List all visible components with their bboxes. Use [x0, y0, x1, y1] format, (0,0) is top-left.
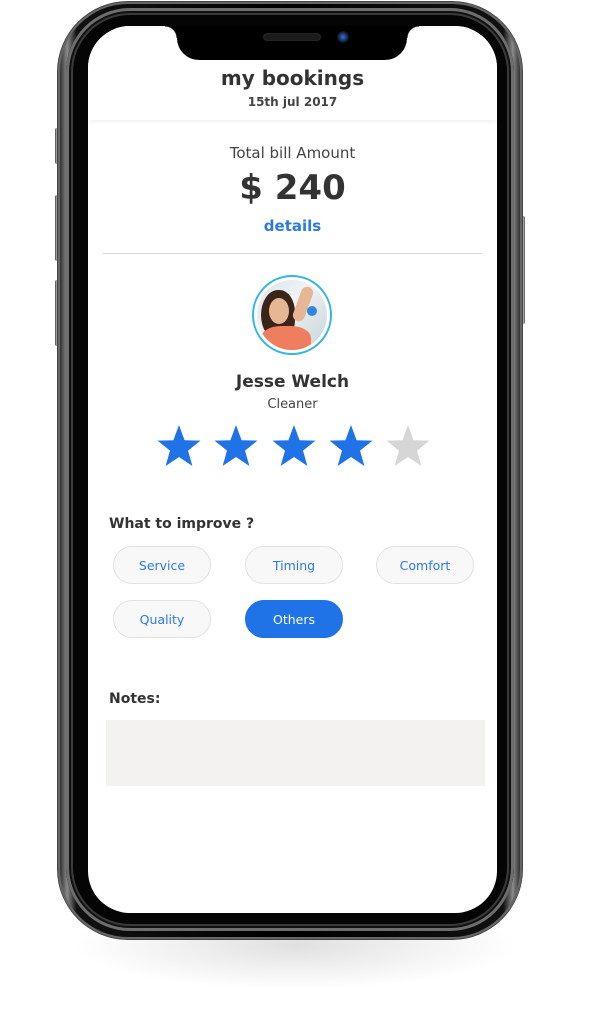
star-filled-icon[interactable] — [328, 423, 374, 467]
speaker-grille — [263, 33, 321, 41]
details-link[interactable]: details — [88, 217, 497, 235]
chip-timing[interactable]: Timing — [245, 546, 343, 584]
phone-screen: my bookings 15th jul 2017 Total bill Amo… — [88, 26, 497, 913]
bill-label: Total bill Amount — [229, 144, 356, 162]
bill-amount: $ 240 — [239, 168, 346, 208]
chip-others[interactable]: Others — [245, 600, 343, 638]
chip-quality[interactable]: Quality — [113, 600, 211, 638]
front-camera-icon — [337, 31, 349, 43]
divider — [103, 253, 482, 254]
provider-role: Cleaner — [267, 397, 318, 412]
star-filled-icon[interactable] — [156, 423, 202, 467]
phone-notch — [165, 26, 419, 60]
person-photo-icon — [257, 280, 327, 350]
chip-service[interactable]: Service — [113, 546, 211, 584]
star-rating[interactable] — [156, 423, 431, 469]
star-filled-icon[interactable] — [213, 423, 259, 467]
notes-input[interactable] — [106, 720, 485, 786]
star-filled-icon[interactable] — [271, 423, 317, 467]
booking-date: 15th jul 2017 — [247, 95, 338, 109]
improve-heading: What to improve ? — [109, 516, 255, 532]
notes-label: Notes: — [109, 691, 161, 707]
chip-comfort[interactable]: Comfort — [376, 546, 474, 584]
provider-name: Jesse Welch — [235, 372, 350, 392]
page-title: my bookings — [220, 66, 365, 90]
avatar — [252, 275, 332, 355]
star-empty-icon[interactable] — [385, 423, 431, 467]
